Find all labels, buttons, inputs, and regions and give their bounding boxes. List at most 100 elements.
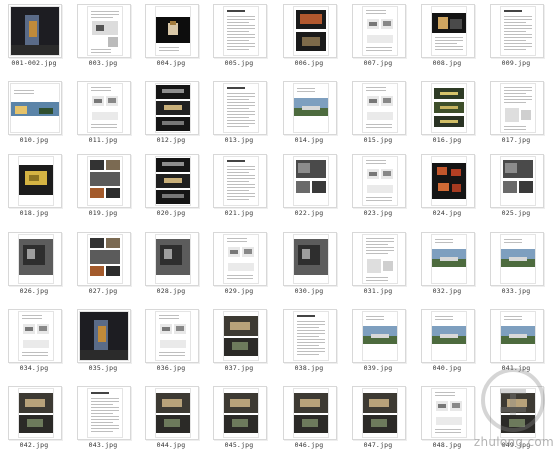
thumbnail-image[interactable]: [145, 309, 199, 363]
thumbnail-filename: 013.jpg: [224, 136, 254, 144]
thumbnail-item[interactable]: 030.jpg: [283, 232, 337, 302]
thumbnail-image[interactable]: [421, 232, 475, 286]
thumbnail-image[interactable]: [213, 386, 267, 440]
thumbnail-image[interactable]: [8, 81, 62, 135]
thumbnail-item[interactable]: 023.jpg: [352, 154, 406, 224]
thumbnail-image[interactable]: [77, 81, 131, 135]
thumbnail-image[interactable]: [352, 309, 406, 363]
thumbnail-item[interactable]: 031.jpg: [352, 232, 406, 302]
thumbnail-image[interactable]: [352, 81, 406, 135]
thumbnail-filename: 012.jpg: [156, 136, 186, 144]
thumbnail-item[interactable]: 047.jpg: [352, 386, 406, 456]
thumbnail-image[interactable]: [421, 4, 475, 58]
thumbnail-image[interactable]: [490, 232, 544, 286]
thumbnail-image[interactable]: [352, 386, 406, 440]
thumbnail-item[interactable]: 045.jpg: [213, 386, 267, 456]
thumbnail-item[interactable]: 022.jpg: [283, 154, 337, 224]
thumbnail-image[interactable]: [213, 309, 267, 363]
thumbnail-image[interactable]: [77, 232, 131, 286]
thumbnail-image[interactable]: [77, 309, 131, 363]
thumbnail-item[interactable]: 019.jpg: [77, 154, 131, 224]
thumbnail-image[interactable]: [352, 232, 406, 286]
thumbnail-image[interactable]: [8, 232, 62, 286]
thumbnail-item[interactable]: 027.jpg: [77, 232, 131, 302]
thumbnail-item[interactable]: 026.jpg: [8, 232, 62, 302]
thumbnail-item[interactable]: 020.jpg: [145, 154, 199, 224]
thumbnail-item[interactable]: 025.jpg: [490, 154, 544, 224]
thumbnail-item[interactable]: 014.jpg: [283, 81, 337, 151]
thumbnail-image[interactable]: [283, 154, 337, 208]
thumbnail-image[interactable]: [145, 386, 199, 440]
thumbnail-item[interactable]: 036.jpg: [145, 309, 199, 379]
thumbnail-image[interactable]: [8, 154, 62, 208]
thumbnail-image[interactable]: [421, 386, 475, 440]
thumbnail-filename: 017.jpg: [501, 136, 531, 144]
thumbnail-item[interactable]: 033.jpg: [490, 232, 544, 302]
thumbnail-image[interactable]: [145, 232, 199, 286]
thumbnail-item[interactable]: 016.jpg: [421, 81, 475, 151]
thumbnail-item[interactable]: 017.jpg: [490, 81, 544, 151]
thumbnail-image[interactable]: [352, 4, 406, 58]
thumbnail-item[interactable]: 029.jpg: [213, 232, 267, 302]
thumbnail-item[interactable]: 021.jpg: [213, 154, 267, 224]
thumbnail-image[interactable]: [283, 386, 337, 440]
thumbnail-image[interactable]: [77, 4, 131, 58]
thumbnail-item[interactable]: 035.jpg: [77, 309, 131, 379]
thumbnail-item[interactable]: 018.jpg: [8, 154, 62, 224]
thumbnail-image[interactable]: [283, 81, 337, 135]
thumbnail-item[interactable]: 005.jpg: [213, 4, 267, 74]
thumbnail-image[interactable]: [213, 154, 267, 208]
thumbnail-image[interactable]: [490, 154, 544, 208]
thumbnail-image[interactable]: [8, 386, 62, 440]
thumbnail-item[interactable]: 044.jpg: [145, 386, 199, 456]
thumbnail-item[interactable]: 038.jpg: [283, 309, 337, 379]
thumbnail-item[interactable]: 013.jpg: [213, 81, 267, 151]
thumbnail-filename: 005.jpg: [224, 59, 254, 67]
thumbnail-image[interactable]: [145, 81, 199, 135]
thumbnail-filename: 006.jpg: [294, 59, 324, 67]
thumbnail-item[interactable]: 037.jpg: [213, 309, 267, 379]
thumbnail-item[interactable]: 006.jpg: [283, 4, 337, 74]
thumbnail-image[interactable]: [213, 232, 267, 286]
thumbnail-item[interactable]: 042.jpg: [8, 386, 62, 456]
thumbnail-image[interactable]: [145, 4, 199, 58]
thumbnail-item[interactable]: 011.jpg: [77, 81, 131, 151]
thumbnail-item[interactable]: 024.jpg: [421, 154, 475, 224]
thumbnail-image[interactable]: [145, 154, 199, 208]
thumbnail-image[interactable]: [8, 4, 62, 58]
thumbnail-image[interactable]: [421, 309, 475, 363]
thumbnail-item[interactable]: 034.jpg: [8, 309, 62, 379]
thumbnail-image[interactable]: [283, 232, 337, 286]
thumbnail-item[interactable]: 046.jpg: [283, 386, 337, 456]
thumbnail-image[interactable]: [77, 386, 131, 440]
thumbnail-item[interactable]: 008.jpg: [421, 4, 475, 74]
thumbnail-image[interactable]: [77, 154, 131, 208]
thumbnail-image[interactable]: [490, 81, 544, 135]
thumbnail-item[interactable]: 009.jpg: [490, 4, 544, 74]
thumbnail-image[interactable]: [283, 4, 337, 58]
thumbnail-item[interactable]: 010.jpg: [8, 81, 62, 151]
thumbnail-item[interactable]: 004.jpg: [145, 4, 199, 74]
thumbnail-filename: 021.jpg: [224, 209, 254, 217]
thumbnail-item[interactable]: 048.jpg: [421, 386, 475, 456]
thumbnail-image[interactable]: [352, 154, 406, 208]
thumbnail-item[interactable]: 039.jpg: [352, 309, 406, 379]
thumbnail-image[interactable]: [8, 309, 62, 363]
thumbnail-filename: 030.jpg: [294, 287, 324, 295]
thumbnail-item[interactable]: 040.jpg: [421, 309, 475, 379]
thumbnail-item[interactable]: 043.jpg: [77, 386, 131, 456]
thumbnail-item[interactable]: 007.jpg: [352, 4, 406, 74]
thumbnail-image[interactable]: [490, 309, 544, 363]
thumbnail-item[interactable]: 001-002.jpg: [8, 4, 62, 74]
thumbnail-item[interactable]: 032.jpg: [421, 232, 475, 302]
thumbnail-image[interactable]: [490, 4, 544, 58]
thumbnail-image[interactable]: [213, 4, 267, 58]
thumbnail-image[interactable]: [421, 81, 475, 135]
thumbnail-item[interactable]: 015.jpg: [352, 81, 406, 151]
thumbnail-item[interactable]: 003.jpg: [77, 4, 131, 74]
thumbnail-image[interactable]: [213, 81, 267, 135]
thumbnail-item[interactable]: 012.jpg: [145, 81, 199, 151]
thumbnail-image[interactable]: [283, 309, 337, 363]
thumbnail-image[interactable]: [421, 154, 475, 208]
thumbnail-item[interactable]: 028.jpg: [145, 232, 199, 302]
